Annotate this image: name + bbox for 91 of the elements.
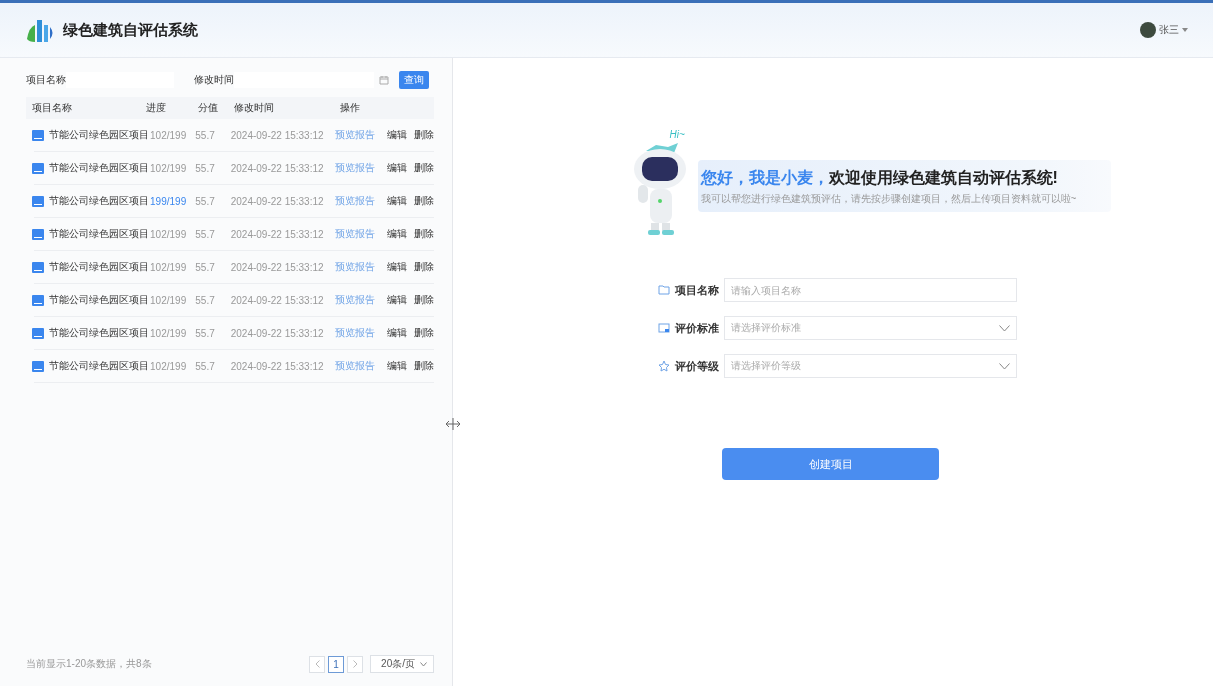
progress-text: 102/199: [150, 228, 188, 240]
field-label: 评价标准: [674, 320, 719, 336]
page-button[interactable]: 1: [328, 655, 345, 673]
score-text: 55.7: [195, 327, 216, 339]
project-name[interactable]: 节能公司绿色园区项目: [49, 326, 149, 340]
delete-link[interactable]: 删除: [414, 128, 434, 142]
edit-link[interactable]: 编辑: [387, 326, 407, 340]
welcome-subtitle: 我可以帮您进行绿色建筑预评估，请先按步骤创建项目，然后上传项目资料就可以啦~: [700, 192, 1078, 206]
search-button[interactable]: 查询: [399, 71, 429, 89]
book-icon: [32, 294, 44, 306]
column-header: 分值: [198, 101, 219, 115]
score-text: 55.7: [195, 129, 216, 141]
column-header: 操作: [340, 101, 360, 115]
book-icon: [32, 360, 44, 372]
previous-page-button[interactable]: [309, 655, 326, 673]
project-name[interactable]: 节能公司绿色园区项目: [49, 293, 149, 307]
edit-link[interactable]: 编辑: [387, 359, 407, 373]
book-icon: [32, 162, 44, 174]
edit-link[interactable]: 编辑: [387, 194, 407, 208]
pagination-summary: 当前显示1-20条数据，共8条: [26, 657, 152, 671]
edit-link[interactable]: 编辑: [387, 260, 407, 274]
project-name[interactable]: 节能公司绿色园区项目: [49, 359, 149, 373]
book-icon: [32, 228, 44, 240]
chevron-left-icon[interactable]: [314, 660, 320, 668]
time-text: 2024-09-22 15:33:12: [230, 360, 325, 372]
book-icon: [32, 129, 44, 141]
page-size-select[interactable]: 20条/页: [370, 655, 434, 673]
app-title: 绿色建筑自评估系统: [63, 20, 198, 40]
delete-link[interactable]: 删除: [414, 293, 434, 307]
score-text: 55.7: [195, 195, 216, 207]
project-name[interactable]: 节能公司绿色园区项目: [49, 128, 149, 142]
progress-text: 102/199: [150, 294, 188, 306]
progress-text: 102/199: [150, 129, 188, 141]
time-text: 2024-09-22 15:33:12: [230, 162, 325, 174]
field-label: 项目名称: [26, 73, 66, 87]
progress-text: 199/199: [150, 195, 188, 207]
text-field[interactable]: 请输入项目名称: [723, 278, 1017, 302]
progress-text: 102/199: [150, 360, 188, 372]
delete-link[interactable]: 删除: [414, 161, 434, 175]
progress-text: 102/199: [150, 327, 188, 339]
delete-link[interactable]: 删除: [414, 326, 434, 340]
chevron-right-icon[interactable]: [352, 660, 358, 668]
folder-icon: [657, 284, 670, 296]
column-header: 修改时间: [234, 101, 275, 115]
project-name[interactable]: 节能公司绿色园区项目: [49, 161, 149, 175]
next-page-button[interactable]: [347, 655, 364, 673]
caret-icon[interactable]: [1182, 28, 1188, 32]
time-text: 2024-09-22 15:33:12: [230, 195, 325, 207]
score-text: 55.7: [195, 360, 216, 372]
time-text: 2024-09-22 15:33:12: [230, 129, 325, 141]
project-name[interactable]: 节能公司绿色园区项目: [49, 260, 149, 274]
progress-text: 102/199: [150, 261, 188, 273]
field-label: 项目名称: [674, 282, 719, 298]
chevron-down-icon[interactable]: [998, 362, 1010, 370]
book-icon: [32, 261, 44, 273]
edit-link[interactable]: 编辑: [387, 227, 407, 241]
star-icon: [657, 360, 670, 372]
delete-link[interactable]: 删除: [414, 194, 434, 208]
chevron-down-icon[interactable]: [420, 661, 427, 667]
delete-link[interactable]: 删除: [414, 227, 434, 241]
window-icon: [657, 322, 670, 334]
field-label: 评价等级: [674, 358, 719, 374]
edit-link[interactable]: 编辑: [387, 128, 407, 142]
chevron-down-icon[interactable]: [998, 324, 1010, 332]
time-text: 2024-09-22 15:33:12: [230, 261, 325, 273]
score-text: 55.7: [195, 294, 216, 306]
time-text: 2024-09-22 15:33:12: [230, 294, 325, 306]
calendar-icon[interactable]: [379, 75, 389, 85]
user-name[interactable]: 张三: [1159, 23, 1179, 37]
time-text: 2024-09-22 15:33:12: [230, 327, 325, 339]
time-text: 2024-09-22 15:33:12: [230, 228, 325, 240]
delete-link[interactable]: 删除: [414, 260, 434, 274]
welcome-heading: 您好，我是小麦，欢迎使用绿色建筑自动评估系统!: [700, 168, 1059, 188]
greeting-text: Hi~: [669, 129, 685, 140]
edit-link[interactable]: 编辑: [387, 293, 407, 307]
logo-icon: [25, 17, 55, 43]
book-icon: [32, 327, 44, 339]
score-text: 55.7: [195, 261, 216, 273]
delete-link[interactable]: 删除: [414, 359, 434, 373]
avatar-icon[interactable]: [1140, 22, 1156, 38]
resize-icon[interactable]: [445, 418, 461, 430]
project-name[interactable]: 节能公司绿色园区项目: [49, 227, 149, 241]
book-icon: [32, 195, 44, 207]
score-text: 55.7: [195, 162, 216, 174]
field-label: 修改时间: [194, 73, 234, 87]
score-text: 55.7: [195, 228, 216, 240]
progress-text: 102/199: [150, 162, 188, 174]
column-header: 项目名称: [31, 101, 73, 115]
project-name[interactable]: 节能公司绿色园区项目: [49, 194, 149, 208]
edit-link[interactable]: 编辑: [387, 161, 407, 175]
column-header: 进度: [146, 101, 167, 115]
